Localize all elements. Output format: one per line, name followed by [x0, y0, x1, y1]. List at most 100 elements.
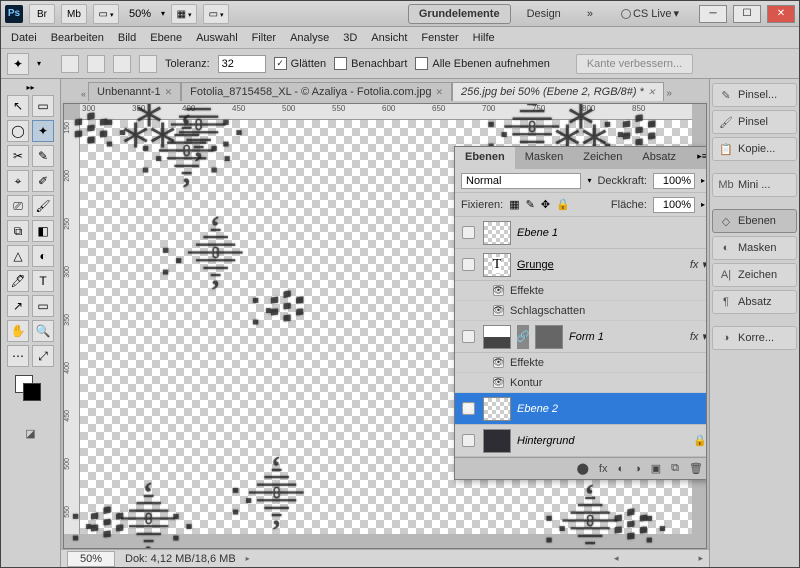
panel-tab-absatz[interactable]: Absatz — [632, 147, 686, 169]
selection-new-icon[interactable] — [61, 55, 79, 73]
menu-ebene[interactable]: Ebene — [150, 32, 182, 44]
layer-effect[interactable]: 👁Schlagschatten — [455, 301, 707, 321]
tool-3[interactable]: ✦ — [32, 120, 54, 142]
antialias-checkbox[interactable]: ✓ — [274, 57, 287, 70]
tolerance-input[interactable] — [218, 55, 266, 73]
contiguous-checkbox[interactable] — [334, 57, 347, 70]
dock-korre[interactable]: ◑Korre... — [712, 326, 797, 350]
zoom-level[interactable]: 50% — [125, 6, 155, 22]
layer-thumbnail[interactable] — [483, 429, 511, 453]
close-icon[interactable]: ✕ — [648, 87, 656, 98]
magic-wand-icon[interactable]: ✦ — [7, 53, 29, 75]
visibility-icon[interactable] — [462, 434, 475, 447]
fill-input[interactable]: 100% — [653, 197, 695, 213]
refine-edge-button[interactable]: Kante verbessern... — [576, 54, 693, 74]
new-layer-icon[interactable]: ⧉ — [671, 462, 679, 475]
group-icon[interactable]: ▣ — [651, 462, 661, 475]
tool-19[interactable]: 🔍 — [32, 320, 54, 342]
tabs-overflow[interactable]: » — [664, 86, 674, 101]
layer-effect[interactable]: 👁Kontur — [455, 373, 707, 393]
layer-name[interactable]: Hintergrund — [517, 435, 687, 447]
layer-name[interactable]: Grunge — [517, 259, 684, 271]
layer-thumbnail[interactable] — [483, 221, 511, 245]
menu-bild[interactable]: Bild — [118, 32, 136, 44]
tool-4[interactable]: ✂ — [7, 145, 29, 167]
tool-15[interactable]: T — [32, 270, 54, 292]
selection-subtract-icon[interactable] — [113, 55, 131, 73]
workspace-more[interactable]: » — [577, 5, 603, 23]
layer-effect[interactable]: 👁Effekte — [455, 281, 707, 301]
layer-row[interactable]: Ebene 1 — [455, 217, 707, 249]
layer-thumbnail[interactable]: T — [483, 253, 511, 277]
tool-1[interactable]: ▭ — [32, 95, 54, 117]
close-icon[interactable]: ✕ — [165, 87, 173, 98]
link-icon[interactable]: ⬤ — [577, 462, 589, 475]
mask-icon[interactable]: ◐ — [617, 463, 624, 475]
visibility-icon[interactable]: 👁 — [493, 377, 504, 388]
visibility-icon[interactable]: 👁 — [493, 305, 504, 316]
layer-name[interactable]: Form 1 — [569, 331, 684, 343]
panel-tab-masken[interactable]: Masken — [515, 147, 574, 169]
layer-row[interactable]: Hintergrund🔒 — [455, 425, 707, 457]
cslive-button[interactable]: CS Live — [633, 8, 672, 20]
layer-row[interactable]: 🔗Form 1fx ▾ — [455, 321, 707, 353]
tool-0[interactable]: ↖ — [7, 95, 29, 117]
tool-8[interactable]: ⎚ — [7, 195, 29, 217]
fx-icon[interactable]: fx ▾ — [690, 330, 707, 343]
layer-row[interactable]: 👁 Ebene 2 — [455, 393, 707, 425]
fx-icon[interactable]: fx ▾ — [690, 258, 707, 271]
menu-analyse[interactable]: Analyse — [290, 32, 329, 44]
background-swatch[interactable] — [23, 383, 41, 401]
dock-pinsel[interactable]: ✎Pinsel... — [712, 83, 797, 107]
view-dropdown[interactable]: ▦ — [171, 4, 197, 24]
menu-hilfe[interactable]: Hilfe — [473, 32, 495, 44]
lock-position-icon[interactable]: ✥ — [541, 198, 550, 211]
close-icon[interactable]: ✕ — [435, 87, 443, 98]
tool-2[interactable]: ◯ — [7, 120, 29, 142]
workspace-design[interactable]: Design — [517, 5, 571, 23]
minibridge-button[interactable]: Mb — [61, 4, 87, 24]
document-tab[interactable]: Fotolia_8715458_XL - © Azaliya - Fotolia… — [181, 82, 452, 101]
tool-6[interactable]: ⌖ — [7, 170, 29, 192]
tool-13[interactable]: ◐ — [32, 245, 54, 267]
visibility-icon[interactable] — [462, 258, 475, 271]
selection-intersect-icon[interactable] — [139, 55, 157, 73]
doc-dropdown[interactable]: ▭ — [203, 4, 229, 24]
dock-absatz[interactable]: ¶Absatz — [712, 290, 797, 314]
visibility-icon[interactable] — [462, 330, 475, 343]
dock-zeichen[interactable]: A|Zeichen — [712, 263, 797, 287]
lock-pixels-icon[interactable]: ✎ — [526, 198, 535, 211]
tool-9[interactable]: 🖌 — [32, 195, 54, 217]
panel-menu-icon[interactable]: ▸≡ — [693, 147, 707, 169]
fx-icon[interactable]: fx — [599, 463, 608, 475]
menu-fenster[interactable]: Fenster — [421, 32, 458, 44]
dock-ebenen[interactable]: ◇Ebenen — [712, 209, 797, 233]
menu-auswahl[interactable]: Auswahl — [196, 32, 238, 44]
opacity-input[interactable]: 100% — [653, 173, 695, 189]
panel-tab-zeichen[interactable]: Zeichen — [573, 147, 632, 169]
selection-add-icon[interactable] — [87, 55, 105, 73]
workspace-grundelemente[interactable]: Grundelemente — [408, 4, 511, 24]
tool-21[interactable]: ⤢ — [32, 345, 54, 367]
visibility-icon[interactable]: 👁 — [462, 402, 475, 415]
tool-12[interactable]: △ — [7, 245, 29, 267]
layer-effect[interactable]: 👁Effekte — [455, 353, 707, 373]
tool-17[interactable]: ▭ — [32, 295, 54, 317]
adjustment-icon[interactable]: ◑ — [634, 463, 641, 475]
tool-16[interactable]: ↗ — [7, 295, 29, 317]
layer-name[interactable]: Ebene 2 — [517, 403, 707, 415]
menu-datei[interactable]: Datei — [11, 32, 37, 44]
blend-mode-select[interactable]: Normal — [461, 173, 581, 189]
canvas-area[interactable]: 300350400450500550600650700750800850 150… — [63, 103, 707, 549]
close-button[interactable]: ✕ — [767, 5, 795, 23]
tool-5[interactable]: ✎ — [32, 145, 54, 167]
tool-20[interactable]: ⋯ — [7, 345, 29, 367]
visibility-icon[interactable] — [462, 226, 475, 239]
dock-pinsel[interactable]: 🖌Pinsel — [712, 110, 797, 134]
lock-transparency-icon[interactable]: ▦ — [509, 198, 519, 211]
layer-thumbnail[interactable] — [483, 325, 511, 349]
dock-mini[interactable]: MbMini ... — [712, 173, 797, 197]
lock-all-icon[interactable]: 🔒 — [556, 198, 570, 211]
tool-10[interactable]: ⧉ — [7, 220, 29, 242]
tool-7[interactable]: ✐ — [32, 170, 54, 192]
